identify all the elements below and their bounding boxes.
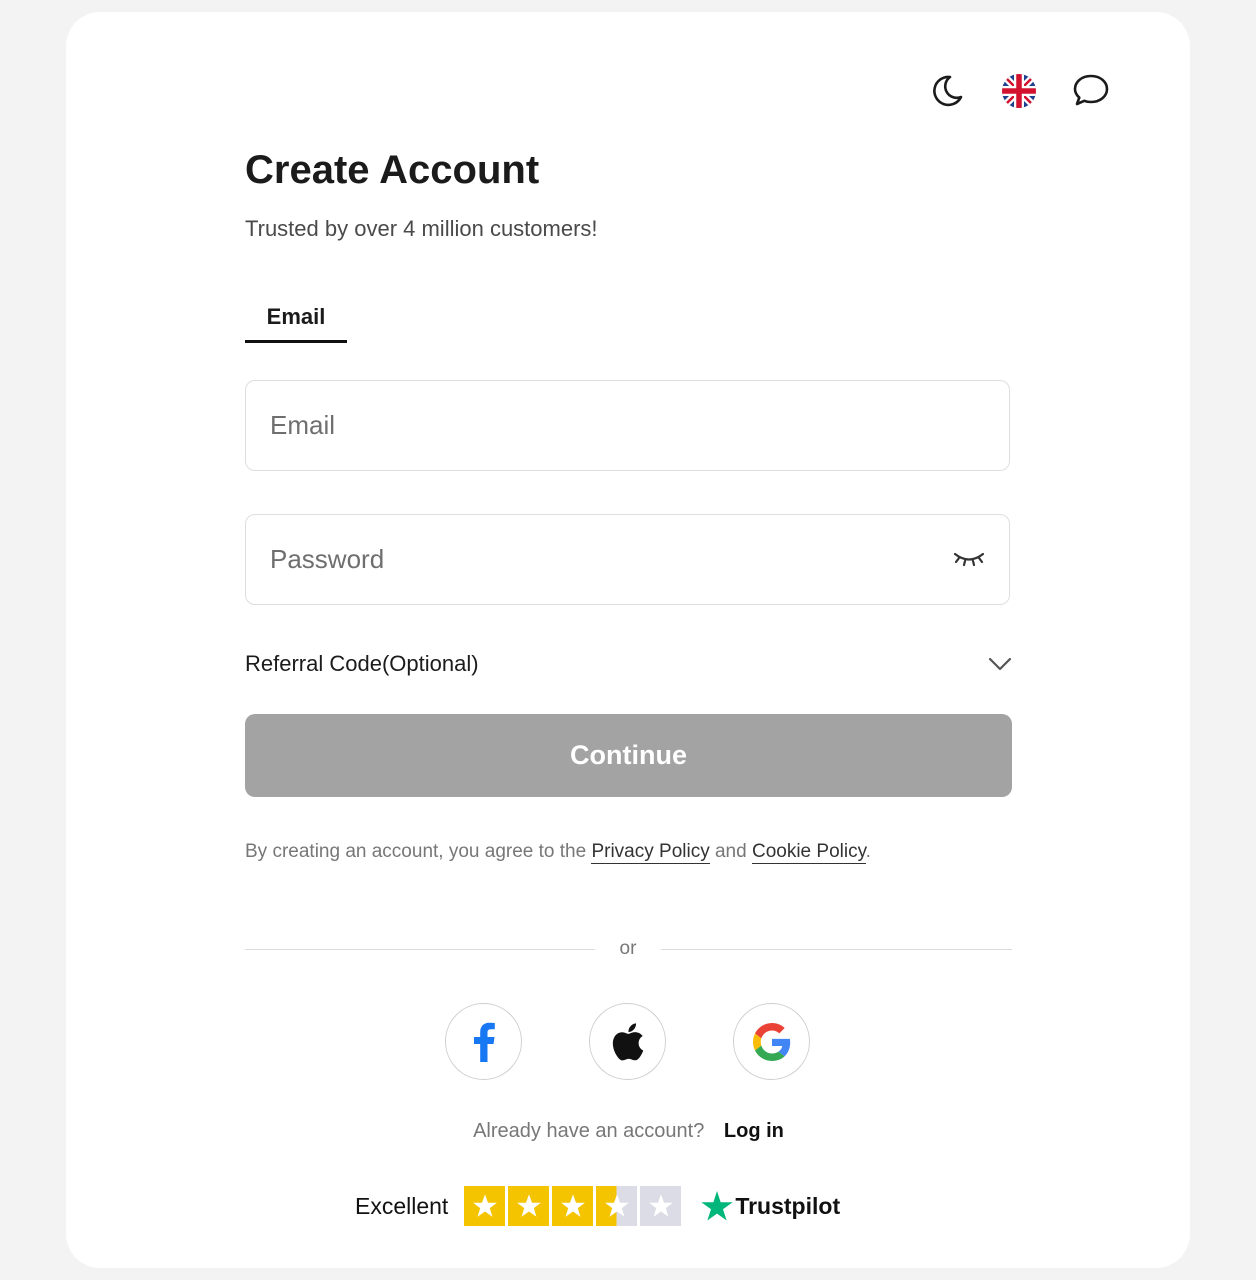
trustpilot-star-icon — [701, 1191, 733, 1221]
cookie-policy-link[interactable]: Cookie Policy — [751, 841, 866, 864]
terms-suffix: . — [865, 841, 871, 862]
terms-prefix: By creating an account, you agree to the — [245, 841, 587, 862]
eye-closed-icon[interactable] — [953, 547, 985, 571]
terms-and: and — [714, 841, 747, 862]
referral-label: Referral Code(Optional) — [245, 651, 479, 676]
star-icon — [552, 1186, 594, 1226]
page-subtitle: Trusted by over 4 million customers! — [245, 216, 598, 241]
page-title: Create Account — [245, 148, 540, 192]
star-icon — [596, 1186, 638, 1226]
login-prompt: Already have an account? Log in — [245, 1120, 1012, 1143]
signup-card: Create Account Trusted by over 4 million… — [66, 12, 1190, 1268]
login-question: Already have an account? — [473, 1120, 705, 1142]
password-field[interactable] — [245, 514, 1010, 605]
trustpilot-brand: Trustpilot — [735, 1192, 841, 1219]
star-icon — [464, 1186, 506, 1226]
star-icon — [508, 1186, 550, 1226]
facebook-icon — [473, 1022, 495, 1062]
trustpilot-logo: Trustpilot — [701, 1191, 840, 1221]
email-field[interactable] — [245, 380, 1010, 471]
privacy-policy-link[interactable]: Privacy Policy — [591, 841, 710, 864]
star-rating — [464, 1186, 682, 1226]
password-input[interactable] — [246, 544, 1009, 575]
uk-flag-icon[interactable] — [1000, 72, 1038, 110]
google-login-button[interactable] — [733, 1003, 810, 1080]
login-link[interactable]: Log in — [724, 1120, 784, 1142]
terms-text: By creating an account, you agree to the… — [245, 841, 871, 864]
social-login-row — [445, 1003, 810, 1080]
top-toolbar — [928, 72, 1110, 110]
tab-email[interactable]: Email — [245, 304, 347, 343]
divider-or: or — [595, 938, 661, 960]
email-input[interactable] — [246, 410, 1009, 441]
google-icon — [752, 1022, 790, 1061]
referral-code-toggle[interactable]: Referral Code(Optional) — [245, 644, 1012, 684]
continue-button[interactable]: Continue — [245, 714, 1012, 797]
apple-login-button[interactable] — [589, 1003, 666, 1080]
facebook-login-button[interactable] — [445, 1003, 522, 1080]
apple-icon — [612, 1022, 643, 1060]
chevron-down-icon — [988, 657, 1012, 671]
trustpilot-rating-label: Excellent — [355, 1192, 449, 1219]
star-icon — [640, 1186, 682, 1226]
trustpilot-widget[interactable]: Excellent Trustpilot — [355, 1186, 840, 1226]
chat-icon[interactable] — [1072, 72, 1110, 110]
moon-icon[interactable] — [928, 72, 966, 110]
